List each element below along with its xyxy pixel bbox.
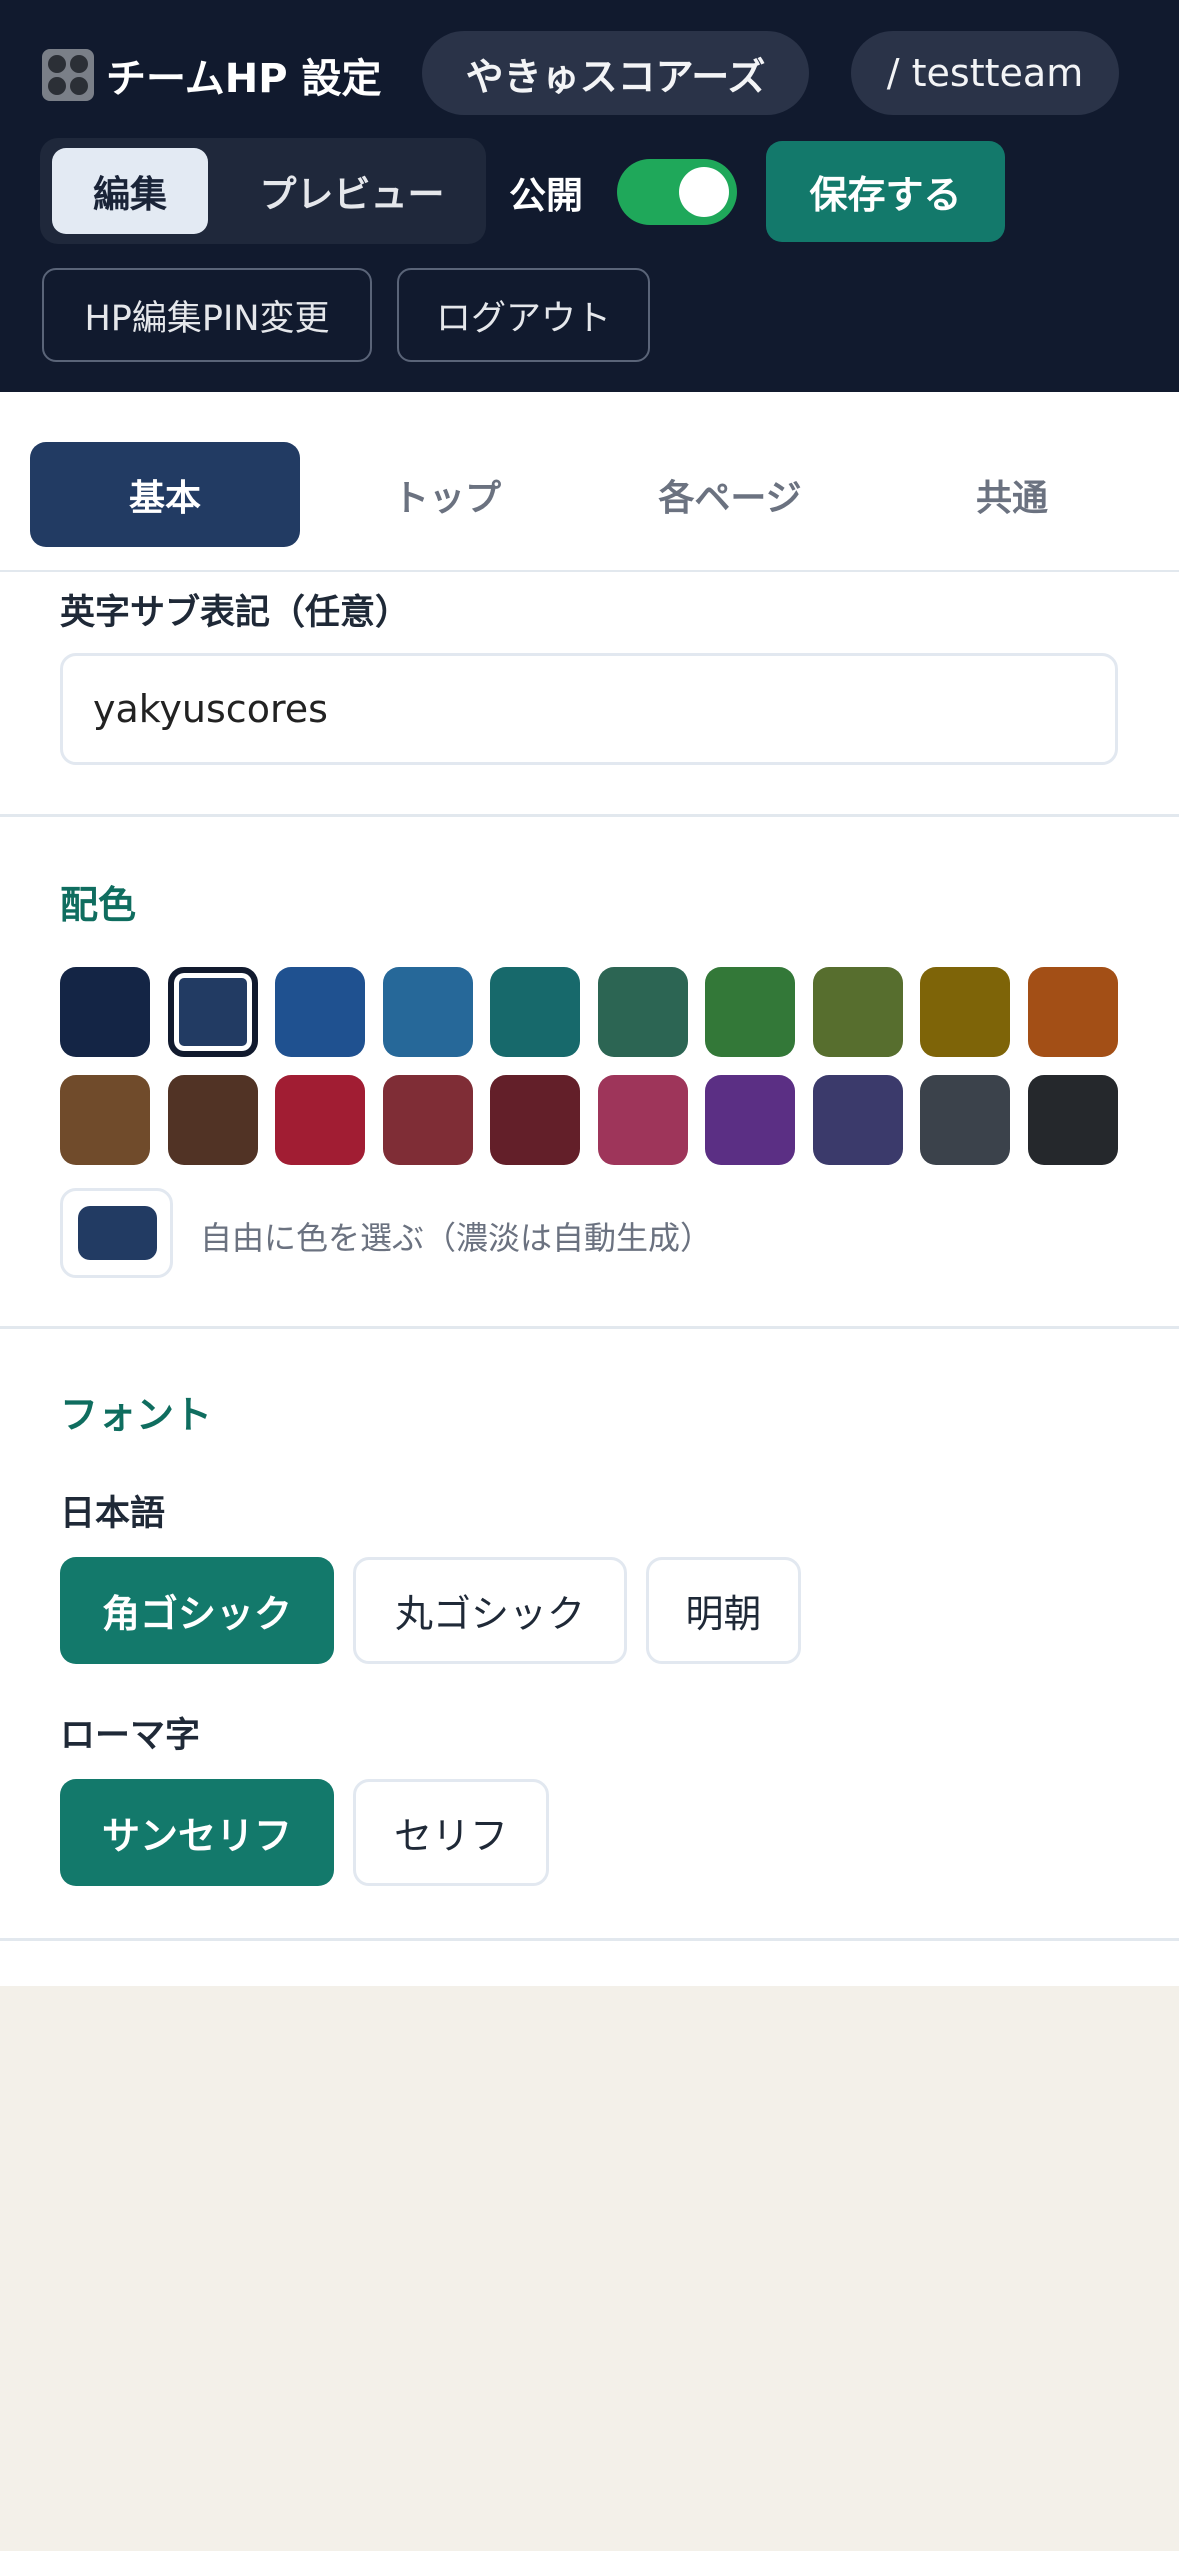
tab-pages[interactable]: 各ページ	[595, 442, 865, 547]
team-slug-badge: / testteam	[851, 31, 1119, 115]
brand: チームHP 設定	[42, 40, 382, 110]
roman-font-label: ローマ字	[60, 1716, 201, 1756]
color-swatch[interactable]	[60, 967, 150, 1057]
font-maru-gothic-option[interactable]: 丸ゴシック	[353, 1557, 627, 1664]
mode-switch: 編集 プレビュー	[40, 138, 486, 244]
app-logo-icon	[42, 49, 94, 101]
color-swatch[interactable]	[275, 1075, 365, 1165]
color-swatch[interactable]	[920, 967, 1010, 1057]
color-swatch[interactable]	[1027, 967, 1118, 1057]
color-swatch[interactable]	[60, 1075, 150, 1165]
color-swatch[interactable]	[1027, 1075, 1118, 1165]
tab-top[interactable]: トップ	[312, 442, 582, 547]
subtitle-field-label: 英字サブ表記（任意）	[60, 593, 411, 633]
page-title: チームHP 設定	[106, 56, 382, 102]
color-swatch[interactable]	[705, 1075, 795, 1165]
mode-edit-tab[interactable]: 編集	[52, 148, 208, 234]
custom-color-picker[interactable]	[60, 1188, 173, 1278]
color-swatch[interactable]	[490, 1075, 580, 1165]
save-button[interactable]: 保存する	[766, 141, 1005, 242]
color-swatch[interactable]	[275, 967, 365, 1057]
custom-color-preview	[78, 1206, 157, 1260]
toggle-knob	[679, 167, 729, 217]
color-swatch[interactable]	[812, 967, 903, 1057]
settings-content: 基本 トップ 各ページ 共通 英字サブ表記（任意） 配色 自由に色を選ぶ（濃淡は…	[0, 392, 1179, 1986]
color-swatch[interactable]	[382, 967, 473, 1057]
top-header: チームHP 設定 やきゅスコアーズ / testteam 編集 プレビュー 公開…	[0, 0, 1179, 392]
tab-common[interactable]: 共通	[877, 442, 1147, 547]
color-swatch[interactable]	[167, 1075, 258, 1165]
public-label: 公開	[509, 174, 583, 217]
font-section-title: フォント	[60, 1393, 213, 1437]
divider	[0, 814, 1179, 817]
settings-tabs: 基本 トップ 各ページ 共通	[0, 392, 1179, 572]
public-toggle[interactable]	[617, 159, 737, 225]
font-kaku-gothic-option[interactable]: 角ゴシック	[60, 1557, 334, 1664]
color-swatch[interactable]	[490, 967, 580, 1057]
divider	[0, 1326, 1179, 1329]
font-sans-serif-option[interactable]: サンセリフ	[60, 1779, 334, 1886]
divider	[0, 1938, 1179, 1941]
color-swatch[interactable]	[382, 1075, 473, 1165]
color-swatch[interactable]	[920, 1075, 1010, 1165]
japanese-font-label: 日本語	[60, 1494, 166, 1534]
color-swatch[interactable]	[812, 1075, 903, 1165]
custom-color-label: 自由に色を選ぶ（濃淡は自動生成）	[200, 1219, 713, 1257]
mode-preview-tab[interactable]: プレビュー	[230, 148, 474, 234]
color-swatch[interactable]	[597, 1075, 688, 1165]
logout-button[interactable]: ログアウト	[397, 268, 650, 362]
color-swatch[interactable]	[705, 967, 795, 1057]
color-swatch[interactable]	[597, 967, 688, 1057]
tab-basic[interactable]: 基本	[30, 442, 300, 547]
change-pin-button[interactable]: HP編集PIN変更	[42, 268, 372, 362]
subtitle-input[interactable]	[60, 653, 1118, 765]
font-serif-option[interactable]: セリフ	[353, 1779, 549, 1886]
color-section-title: 配色	[60, 883, 137, 927]
font-mincho-option[interactable]: 明朝	[646, 1557, 801, 1664]
color-swatch[interactable]	[167, 967, 258, 1057]
team-name-badge: やきゅスコアーズ	[422, 31, 809, 115]
